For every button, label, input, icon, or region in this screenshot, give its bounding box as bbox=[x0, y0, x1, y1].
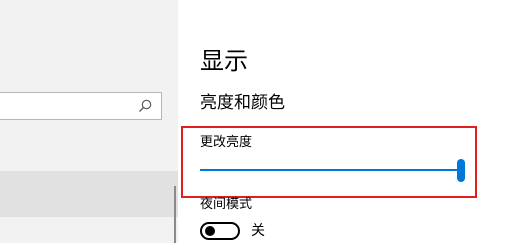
section-title-brightness: 亮度和颜色 bbox=[200, 93, 285, 113]
search-icon[interactable] bbox=[138, 99, 152, 113]
night-light-label: 夜间模式 bbox=[200, 197, 253, 212]
night-light-toggle[interactable] bbox=[200, 222, 240, 240]
search-input[interactable] bbox=[0, 92, 162, 120]
night-light-state-label: 关 bbox=[251, 223, 265, 239]
toggle-knob bbox=[205, 226, 215, 236]
brightness-slider[interactable] bbox=[200, 169, 462, 171]
change-brightness-label: 更改亮度 bbox=[200, 135, 253, 150]
brightness-slider-thumb[interactable] bbox=[457, 159, 465, 182]
sidebar-item-display[interactable] bbox=[0, 171, 178, 217]
page-title: 显示 bbox=[200, 47, 248, 75]
settings-sidebar bbox=[0, 0, 178, 243]
sidebar-scrollbar[interactable] bbox=[174, 186, 176, 243]
